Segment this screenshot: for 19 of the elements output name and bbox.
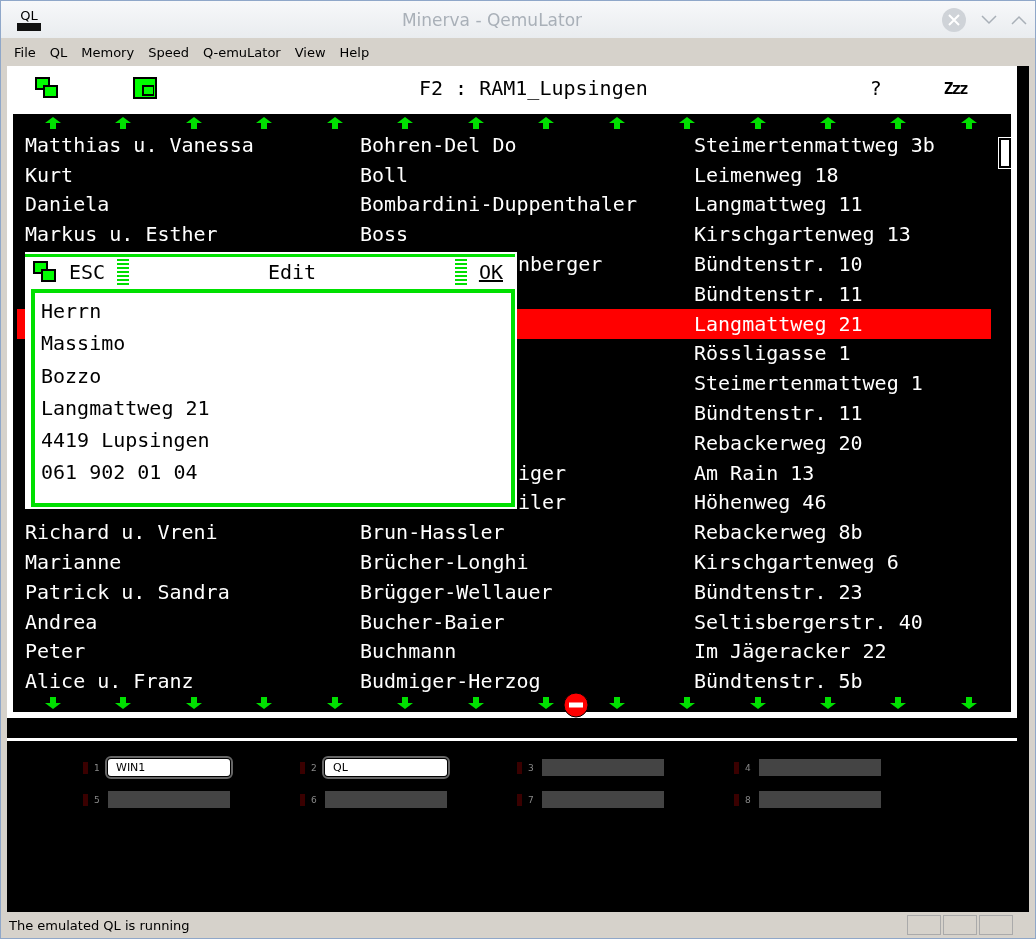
field-line: Massimo <box>41 330 127 358</box>
status-text: The emulated QL is running <box>9 917 191 933</box>
app-icon-label: QL <box>20 8 38 23</box>
window-title: Minerva - QemuLator <box>400 9 584 30</box>
field-line: Herrn <box>41 298 103 325</box>
slot-number: 5 <box>94 794 101 805</box>
slot-number: 7 <box>528 794 535 805</box>
slot-number: 4 <box>745 762 752 773</box>
field-line: 061 902 01 04 <box>41 459 199 487</box>
slot-number: 6 <box>311 794 318 805</box>
field-line: 4419 Lupsingen <box>41 427 211 455</box>
slot-number: 8 <box>745 794 752 805</box>
slot-number: 2 <box>311 762 318 773</box>
field-line: Langmattweg 21 <box>41 394 211 422</box>
field-line: Bozzo <box>41 362 103 390</box>
slot-number: 3 <box>528 762 535 773</box>
dialog-title: Edit <box>266 260 318 284</box>
slot-number: 1 <box>94 762 101 773</box>
window-title: F2 : RAM1_Lupsingen <box>419 76 648 100</box>
